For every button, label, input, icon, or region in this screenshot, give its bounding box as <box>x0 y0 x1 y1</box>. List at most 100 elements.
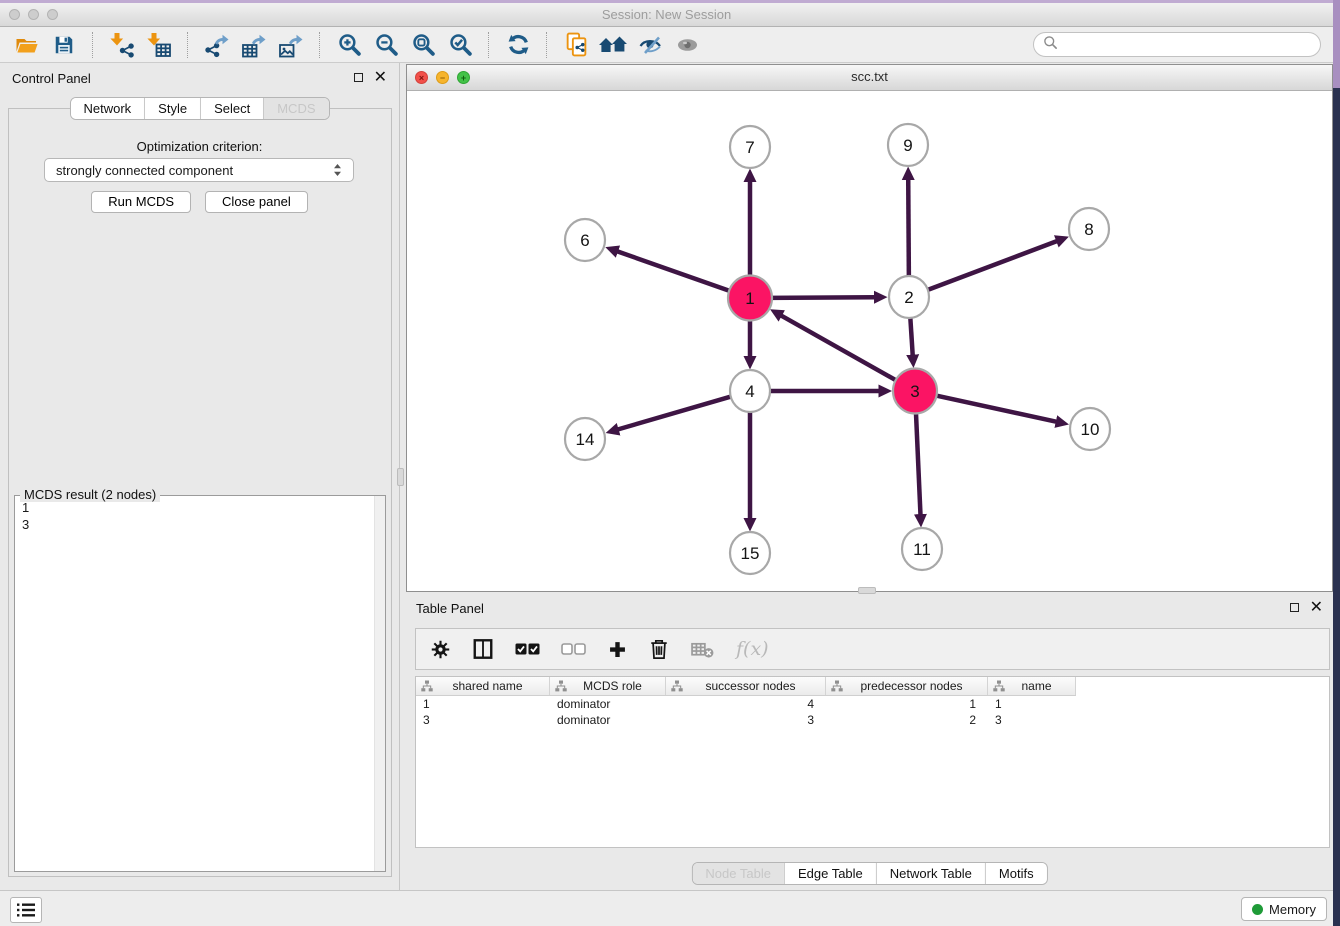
import-table-button[interactable] <box>144 31 174 59</box>
toggle-panel-button[interactable] <box>472 638 494 660</box>
export-network-button[interactable] <box>202 31 232 59</box>
table-row[interactable]: 1dominator411 <box>416 696 1329 712</box>
table-cell[interactable]: 3 <box>988 713 1076 727</box>
mcds-result-text[interactable]: 13 <box>15 496 385 871</box>
close-panel-icon[interactable]: ✕ <box>374 72 387 82</box>
table-cell[interactable]: 3 <box>666 713 826 727</box>
open-session-button[interactable] <box>12 31 42 59</box>
frame-maximize-button[interactable]: + <box>457 71 470 84</box>
zoom-fit-button[interactable] <box>408 31 438 59</box>
zoom-selected-icon <box>448 32 473 57</box>
table-cell[interactable]: dominator <box>550 713 666 727</box>
criterion-value: strongly connected component <box>56 163 233 178</box>
tab-network[interactable]: Network <box>70 98 144 119</box>
close-table-panel-icon[interactable]: ✕ <box>1310 602 1323 612</box>
column-header-name[interactable]: name <box>988 677 1076 695</box>
edge-3-1[interactable] <box>781 315 897 381</box>
select-all-rows-button[interactable] <box>515 642 540 656</box>
table-cell[interactable]: 1 <box>988 697 1076 711</box>
network-overview-button[interactable] <box>598 31 628 59</box>
tab-network-table[interactable]: Network Table <box>876 863 985 884</box>
control-panel: Control Panel ✕ NetworkStyleSelectMCDS O… <box>0 63 400 890</box>
eye-slash-icon <box>637 33 664 57</box>
tab-node-table[interactable]: Node Table <box>692 863 784 884</box>
edge-3-11[interactable] <box>916 411 921 515</box>
window-close-button[interactable] <box>9 9 20 20</box>
tab-edge-table[interactable]: Edge Table <box>784 863 876 884</box>
apply-layout-button[interactable] <box>503 31 533 59</box>
table-settings-button[interactable] <box>430 639 451 660</box>
vertical-splitter-handle[interactable] <box>397 468 404 486</box>
window-zoom-button[interactable] <box>47 9 58 20</box>
memory-status-icon <box>1252 904 1263 915</box>
network-canvas[interactable]: 7968124314101511 <box>407 91 1332 591</box>
show-hidden-button <box>672 31 702 59</box>
memory-button[interactable]: Memory <box>1241 897 1327 921</box>
table-cell[interactable]: dominator <box>550 697 666 711</box>
horizontal-splitter-handle[interactable] <box>858 587 876 594</box>
zoom-fit-icon <box>411 32 436 57</box>
table-panel-title: Table Panel <box>416 601 484 616</box>
table-cell[interactable]: 1 <box>416 697 550 711</box>
save-session-button[interactable] <box>49 31 79 59</box>
export-table-button[interactable] <box>239 31 269 59</box>
import-network-icon <box>109 32 135 58</box>
status-bar: Memory <box>0 890 1333 926</box>
mcds-result-group: 13 MCDS result (2 nodes) <box>14 495 386 872</box>
delete-column-button[interactable] <box>649 638 669 660</box>
attribute-icon <box>993 680 1005 692</box>
column-label: name <box>1011 679 1051 693</box>
run-mcds-button[interactable]: Run MCDS <box>91 191 191 213</box>
control-panel-tabs: NetworkStyleSelectMCDS <box>69 97 329 120</box>
result-scrollbar[interactable] <box>374 496 385 871</box>
search-box[interactable] <box>1033 32 1321 57</box>
status-menu-button[interactable] <box>10 897 42 923</box>
zoom-out-button[interactable] <box>371 31 401 59</box>
column-header-MCDS-role[interactable]: MCDS role <box>550 677 666 695</box>
zoom-out-icon <box>374 32 399 57</box>
column-header-shared-name[interactable]: shared name <box>416 677 550 695</box>
edge-4-14[interactable] <box>618 396 732 429</box>
table-cell[interactable]: 3 <box>416 713 550 727</box>
tab-motifs[interactable]: Motifs <box>985 863 1047 884</box>
edge-1-2[interactable] <box>770 297 875 298</box>
tab-select[interactable]: Select <box>200 98 263 119</box>
float-table-panel-icon[interactable] <box>1290 603 1299 612</box>
edge-2-9[interactable] <box>908 179 909 278</box>
frame-close-button[interactable]: × <box>415 71 428 84</box>
toolbar-divider <box>92 32 94 58</box>
tab-mcds[interactable]: MCDS <box>263 98 328 119</box>
table-row[interactable]: 3dominator323 <box>416 712 1329 728</box>
column-header-successor-nodes[interactable]: successor nodes <box>666 677 826 695</box>
search-input[interactable] <box>1064 36 1311 53</box>
import-network-button[interactable] <box>107 31 137 59</box>
node-label-7: 7 <box>745 138 754 157</box>
table-cell[interactable]: 1 <box>826 697 988 711</box>
edge-2-3[interactable] <box>910 316 913 356</box>
edge-2-8[interactable] <box>927 241 1057 290</box>
table-cell[interactable]: 4 <box>666 697 826 711</box>
column-header-predecessor-nodes[interactable]: predecessor nodes <box>826 677 988 695</box>
window-minimize-button[interactable] <box>28 9 39 20</box>
criterion-select[interactable]: strongly connected component <box>44 158 354 182</box>
deselect-all-rows-button[interactable] <box>561 642 586 656</box>
float-panel-icon[interactable] <box>354 73 363 82</box>
hide-selected-button[interactable] <box>635 31 665 59</box>
export-image-button[interactable] <box>276 31 306 59</box>
close-panel-button[interactable]: Close panel <box>205 191 308 213</box>
zoom-in-button[interactable] <box>334 31 364 59</box>
refresh-icon <box>506 32 531 57</box>
zoom-selected-button[interactable] <box>445 31 475 59</box>
window-controls <box>9 9 58 20</box>
list-icon <box>16 902 36 918</box>
node-label-1: 1 <box>745 289 754 308</box>
edge-3-10[interactable] <box>935 395 1057 421</box>
frame-minimize-button[interactable]: − <box>436 71 449 84</box>
desktop-edge-right-top <box>1333 0 1340 88</box>
add-column-button[interactable] <box>607 639 628 660</box>
clone-network-button[interactable] <box>561 31 591 59</box>
edge-1-6[interactable] <box>617 251 731 291</box>
table-cell[interactable]: 2 <box>826 713 988 727</box>
desktop-edge-right-bottom <box>1333 88 1340 926</box>
tab-style[interactable]: Style <box>144 98 200 119</box>
